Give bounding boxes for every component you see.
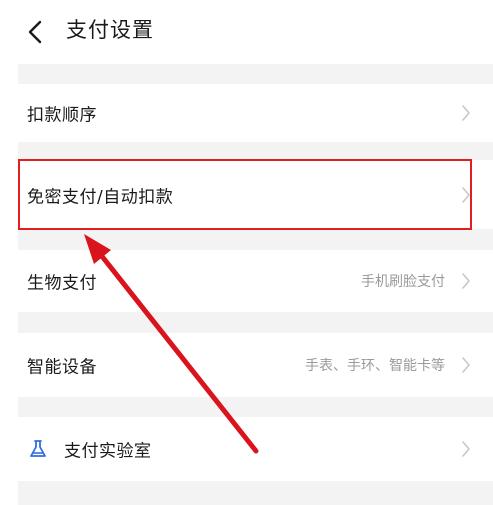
section-divider xyxy=(18,229,493,250)
row-label: 生物支付 xyxy=(27,273,97,294)
header-bar: 支付设置 xyxy=(0,0,493,64)
chevron-right-icon xyxy=(461,356,471,374)
flask-icon xyxy=(28,439,48,459)
row-value: 手机刷脸支付 xyxy=(361,274,445,290)
row-payment-lab[interactable]: 支付实验室 xyxy=(18,417,493,481)
page-title: 支付设置 xyxy=(66,18,154,42)
row-label: 支付实验室 xyxy=(64,441,152,462)
row-biometric-pay[interactable]: 生物支付 手机刷脸支付 xyxy=(18,250,493,312)
section-divider xyxy=(18,481,493,505)
chevron-right-icon xyxy=(461,440,471,458)
row-label: 扣款顺序 xyxy=(27,105,97,126)
chevron-right-icon xyxy=(461,104,471,122)
row-label: 免密支付/自动扣款 xyxy=(27,187,174,207)
chevron-left-icon xyxy=(28,20,42,44)
back-button[interactable] xyxy=(22,16,50,48)
row-passwordless-pay[interactable]: 免密支付/自动扣款 xyxy=(18,160,493,229)
section-divider xyxy=(18,64,493,84)
row-value: 手表、手环、智能卡等 xyxy=(305,358,445,374)
row-deduction-order[interactable]: 扣款顺序 xyxy=(18,84,493,142)
chevron-right-icon xyxy=(461,186,471,204)
row-smart-devices[interactable]: 智能设备 手表、手环、智能卡等 xyxy=(18,333,493,397)
section-divider xyxy=(18,397,493,417)
row-label: 智能设备 xyxy=(27,357,97,378)
section-divider xyxy=(18,142,493,160)
chevron-right-icon xyxy=(461,272,471,290)
section-divider xyxy=(18,312,493,333)
